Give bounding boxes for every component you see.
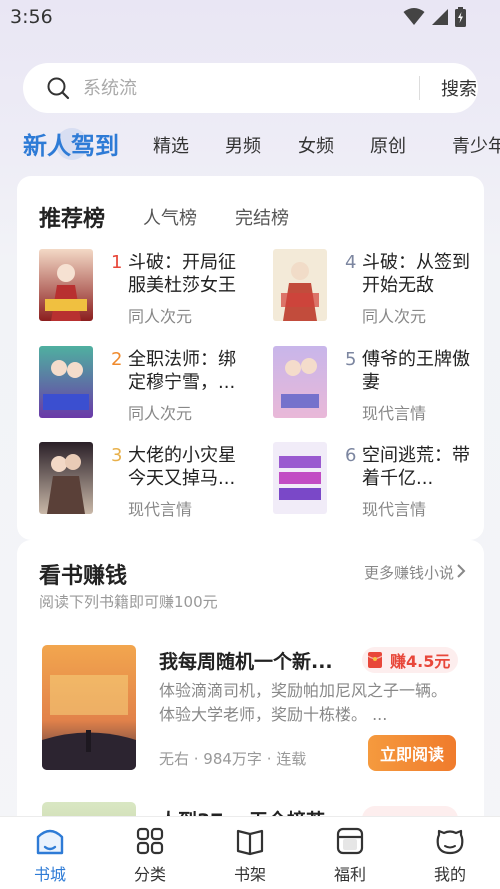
rank-number: 6	[345, 445, 357, 466]
bottom-nav: 书城 分类 书架 福利 我的	[0, 816, 500, 889]
book-cover[interactable]	[42, 645, 136, 770]
book-cover	[273, 346, 327, 418]
reward-amount: 赚4.5元	[390, 652, 451, 671]
nav-label: 分类	[133, 865, 166, 884]
red-envelope-icon	[368, 652, 382, 668]
rank-title: 全职法师：绑定穆宁雪，...	[128, 349, 236, 393]
rank-number: 2	[111, 349, 123, 370]
rank-tag: 同人次元	[128, 404, 193, 423]
tab-featured[interactable]: 精选	[153, 132, 189, 158]
read-now-button[interactable]: 立即阅读	[368, 735, 456, 771]
nav-label: 书架	[233, 865, 266, 884]
tab-new-user[interactable]: 新人驾到	[23, 126, 119, 161]
welfare-icon	[336, 827, 364, 855]
nav-label: 我的	[433, 865, 466, 884]
nav-label: 书城	[33, 865, 66, 884]
reward-badge: 赚4.5元	[362, 647, 458, 673]
search-button[interactable]: 搜索	[441, 75, 477, 101]
rank-item[interactable]: 1 斗破：开局征服美杜莎女王 同人次元	[39, 249, 259, 326]
nav-bookshelf[interactable]: 书架	[220, 825, 280, 885]
bookshelf-icon	[236, 829, 264, 856]
profile-icon	[436, 829, 464, 855]
search-bar: 搜索	[23, 63, 478, 113]
ranking-card: 推荐榜 人气榜 完结榜 1 斗破：开局征服美杜莎女王 同人次元 2 全职法师：绑…	[17, 176, 484, 540]
rank-tab-completed[interactable]: 完结榜	[235, 204, 289, 230]
search-input[interactable]	[83, 73, 383, 103]
rank-item[interactable]: 2 全职法师：绑定穆宁雪，... 同人次元	[39, 346, 259, 423]
search-icon	[47, 77, 70, 100]
more-earn-link[interactable]: 更多赚钱小说	[364, 562, 454, 583]
book-meta: 无右 · 984万字 · 连载	[159, 750, 307, 768]
earn-section-subtitle: 阅读下列书籍即可赚100元	[39, 593, 218, 611]
chevron-right-icon[interactable]	[456, 564, 466, 578]
earn-section-title: 看书赚钱	[39, 564, 128, 589]
book-cover	[39, 442, 93, 514]
rank-title: 大佬的小灾星今天又掉马...	[128, 445, 236, 489]
status-bar: 3:56	[0, 0, 500, 36]
status-icons	[403, 7, 466, 27]
rank-tag: 现代言情	[362, 404, 427, 423]
rank-item[interactable]: 3 大佬的小灾星今天又掉马... 现代言情	[39, 442, 259, 519]
wifi-icon	[403, 8, 425, 25]
bookstore-icon	[36, 829, 64, 855]
tab-teen[interactable]: 青少年	[452, 132, 500, 158]
nav-welfare[interactable]: 福利	[320, 825, 380, 885]
nav-category[interactable]: 分类	[120, 825, 180, 885]
rank-title: 斗破：从签到开始无敌	[362, 252, 470, 296]
rank-tab-recommend[interactable]: 推荐榜	[39, 201, 105, 233]
rank-tag: 同人次元	[362, 307, 427, 326]
book-description: 体验滴滴司机，奖励帕加尼风之子一辆。 体验大学老师，奖励十栋楼。 ...	[159, 681, 448, 724]
status-time: 3:56	[10, 6, 53, 28]
rank-item[interactable]: 6 空间逃荒：带着千亿... 现代言情	[273, 442, 493, 519]
rank-number: 5	[345, 349, 357, 370]
rank-number: 1	[111, 252, 123, 273]
rank-number: 4	[345, 252, 357, 273]
rank-tag: 同人次元	[128, 307, 193, 326]
category-tabs: 新人驾到 精选 男频 女频 原创 青少年	[0, 120, 500, 166]
rank-number: 3	[111, 445, 123, 466]
book-cover	[273, 249, 327, 321]
nav-label: 福利	[333, 865, 366, 884]
rank-item[interactable]: 4 斗破：从签到开始无敌 同人次元	[273, 249, 493, 326]
search-divider	[419, 76, 420, 100]
book-cover	[273, 442, 327, 514]
rank-tag: 现代言情	[128, 500, 193, 519]
tab-male[interactable]: 男频	[225, 132, 261, 158]
rank-title: 空间逃荒：带着千亿...	[362, 445, 470, 489]
book-cover	[39, 346, 93, 418]
nav-bookstore[interactable]: 书城	[20, 825, 80, 885]
signal-icon	[432, 9, 448, 25]
tab-female[interactable]: 女频	[298, 132, 334, 158]
book-cover	[39, 249, 93, 321]
rank-tag: 现代言情	[362, 500, 427, 519]
book-title[interactable]: 我每周随机一个新...	[159, 647, 349, 674]
tab-original[interactable]: 原创	[370, 132, 406, 158]
rank-item[interactable]: 5 傅爷的王牌傲妻 现代言情	[273, 346, 493, 423]
earn-card: 看书赚钱 阅读下列书籍即可赚100元 更多赚钱小说 我每周随机一个新... 赚4…	[17, 540, 484, 832]
rank-title: 傅爷的王牌傲妻	[362, 349, 470, 393]
rank-title: 斗破：开局征服美杜莎女王	[128, 252, 236, 296]
rank-tab-popular[interactable]: 人气榜	[143, 204, 197, 230]
nav-profile[interactable]: 我的	[420, 825, 480, 885]
category-icon	[136, 827, 164, 855]
battery-icon	[455, 7, 466, 27]
